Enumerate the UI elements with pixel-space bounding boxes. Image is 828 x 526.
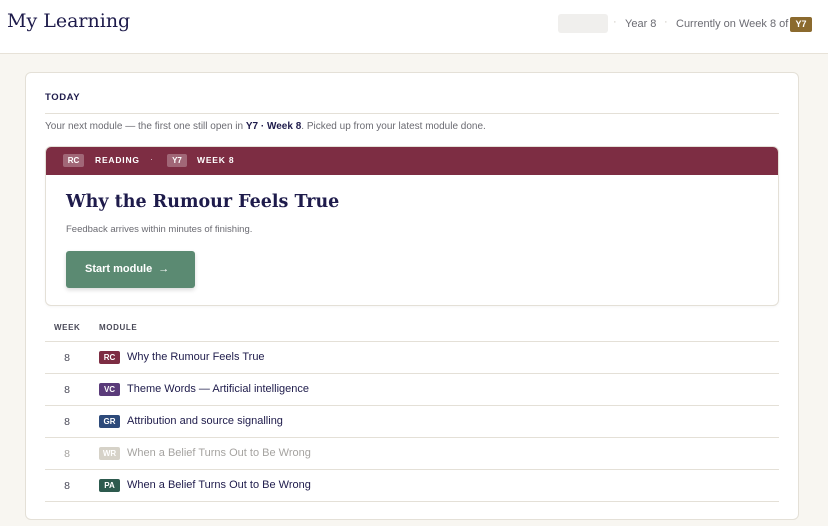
start-module-button[interactable]: Start module →: [66, 251, 195, 288]
header-separator: ·: [613, 16, 617, 28]
week-label: WEEK 8: [197, 155, 235, 165]
subject-code-chip: VC: [99, 383, 120, 396]
table-row[interactable]: 8 GR Attribution and source signalling: [45, 406, 779, 438]
today-panel: TODAY Your next module — the first one s…: [25, 72, 799, 520]
next-module-description: Your next module — the first one still o…: [45, 121, 486, 132]
row-week: 8: [64, 448, 70, 460]
module-link[interactable]: When a Belief Turns Out to Be Wrong: [127, 447, 311, 459]
module-link[interactable]: Theme Words — Artificial intelligence: [127, 383, 309, 395]
column-header-module: MODULE: [99, 323, 138, 332]
header-separator: ·: [664, 16, 668, 28]
column-header-week: WEEK: [54, 323, 81, 332]
table-row[interactable]: 8 VC Theme Words — Artificial intelligence: [45, 374, 779, 406]
module-link[interactable]: Attribution and source signalling: [127, 415, 283, 427]
year-code-chip: Y7: [167, 154, 187, 167]
module-card-header: RC READING · Y7 WEEK 8: [46, 147, 778, 175]
featured-module-card: RC READING · Y7 WEEK 8 Why the Rumour Fe…: [45, 146, 779, 306]
subject-name: READING: [95, 155, 140, 165]
table-row[interactable]: 8 RC Why the Rumour Feels True: [45, 342, 779, 374]
module-link[interactable]: When a Belief Turns Out to Be Wrong: [127, 479, 311, 491]
current-week-text: Currently on Week 8 of: [676, 18, 789, 30]
user-name-redacted[interactable]: [558, 14, 608, 33]
row-week: 8: [64, 384, 70, 396]
year-label: Year 8: [625, 18, 657, 30]
subject-code-chip: WR: [99, 447, 120, 460]
subject-code-chip: PA: [99, 479, 120, 492]
table-row[interactable]: 8 WR When a Belief Turns Out to Be Wrong: [45, 438, 779, 470]
subject-code-chip: GR: [99, 415, 120, 428]
start-module-label: Start module: [85, 263, 153, 275]
module-title: Why the Rumour Feels True: [66, 192, 340, 212]
current-year-badge: Y7: [790, 17, 812, 32]
row-week: 8: [64, 352, 70, 364]
section-heading-today: TODAY: [45, 92, 81, 103]
row-week: 8: [64, 416, 70, 428]
table-row[interactable]: 8 PA When a Belief Turns Out to Be Wrong: [45, 470, 779, 502]
subject-code-chip: RC: [99, 351, 120, 364]
module-subtitle: Feedback arrives within minutes of finis…: [66, 224, 253, 235]
page-title: My Learning: [7, 10, 131, 32]
divider: [45, 113, 779, 114]
module-link[interactable]: Why the Rumour Feels True: [127, 351, 265, 363]
arrow-right-icon: →: [158, 263, 170, 275]
subject-code-chip: RC: [63, 154, 84, 167]
top-bar: My Learning · Year 8 · Currently on Week…: [0, 0, 828, 54]
row-week: 8: [64, 480, 70, 492]
header-dot: ·: [150, 154, 153, 164]
